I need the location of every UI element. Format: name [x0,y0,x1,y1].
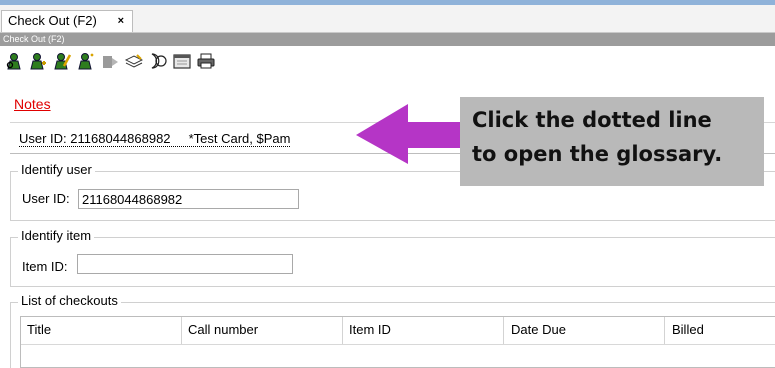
checkouts-table[interactable]: Title Call number Item ID Date Due Bille… [20,316,775,368]
item-id-input[interactable] [77,254,293,274]
printer-icon[interactable] [196,51,216,71]
user-id-input[interactable] [78,189,299,209]
instruction-callout: Click the dotted line to open the glossa… [460,97,764,186]
callout-line-2: to open the glossary. [472,142,723,166]
tab-check-out[interactable]: Check Out (F2) × [1,10,133,32]
checkouts-table-header: Title Call number Item ID Date Due Bille… [21,317,775,345]
notes-icon[interactable] [124,51,144,71]
col-separator[interactable] [181,317,182,344]
user-summary-link[interactable]: User ID: 21168044868982 *Test Card, $Pam [19,131,291,147]
col-separator[interactable] [503,317,504,344]
edit-user-icon[interactable] [52,51,72,71]
identify-user-legend: Identify user [18,162,95,177]
callout-line-1: Click the dotted line [472,108,712,132]
col-billed[interactable]: Billed [672,322,704,337]
col-item-id[interactable]: Item ID [349,322,391,337]
user-info-icon[interactable] [76,51,96,71]
notes-link[interactable]: Notes [14,96,51,112]
add-user-icon[interactable] [28,51,48,71]
tab-strip: Check Out (F2) × [0,5,775,33]
item-id-label: Item ID: [22,259,68,274]
glossary-icon[interactable] [148,51,168,71]
col-call-number[interactable]: Call number [188,322,258,337]
print-slip-icon[interactable] [100,51,120,71]
tab-close-icon[interactable]: × [118,11,124,31]
toolbar [4,49,216,73]
col-separator[interactable] [342,317,343,344]
col-separator[interactable] [664,317,665,344]
checkouts-legend: List of checkouts [18,293,121,308]
tab-label: Check Out (F2) [8,13,97,28]
pointer-arrow [356,104,460,164]
identify-item-legend: Identify item [18,228,95,243]
find-user-icon[interactable] [4,51,24,71]
mode-title-bar: Check Out (F2) [0,33,775,46]
calendar-icon[interactable] [172,51,192,71]
col-title[interactable]: Title [27,322,51,337]
identify-item-group: Identify item Item ID: [10,228,775,287]
user-id-label: User ID: [22,191,70,206]
col-date-due[interactable]: Date Due [511,322,566,337]
